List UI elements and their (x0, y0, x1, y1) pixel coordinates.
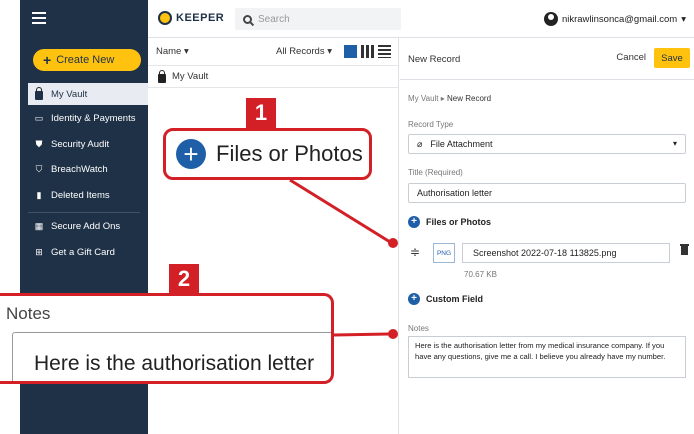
callout-badge-1: 1 (246, 98, 276, 128)
sidebar-item-breachwatch[interactable]: ⛉ BreachWatch (20, 158, 148, 180)
record-type-select[interactable]: ⌀ File Attachment ▾ (408, 134, 686, 154)
callout-notes-label: Notes (6, 304, 51, 323)
card-icon: ▭ (34, 112, 44, 123)
list-item-label: My Vault (172, 71, 209, 82)
sort-label: Name (156, 46, 182, 57)
lock-icon (158, 69, 166, 83)
keeper-window: + Create New My Vault ▭ Identity & Payme… (0, 0, 694, 434)
breadcrumb-current: New Record (447, 94, 492, 103)
breadcrumb: My Vault ▸ New Record (408, 94, 491, 103)
search-input[interactable]: Search (235, 8, 401, 30)
keeper-logo: KEEPER (158, 11, 224, 25)
notes-textarea[interactable]: Here is the authorisation letter from my… (408, 336, 686, 378)
sidebar-item-my-vault[interactable]: My Vault (28, 83, 148, 105)
paperclip-icon: ⌀ (417, 138, 423, 149)
cancel-button[interactable]: Cancel (616, 52, 646, 63)
sort-dropdown[interactable]: Name ▾ (156, 46, 276, 57)
shield-icon: ⛊ (35, 138, 43, 149)
file-type-badge: PNG (433, 243, 455, 263)
keeper-logo-icon (158, 11, 172, 25)
callout-files-text: Files or Photos (216, 141, 363, 166)
user-menu[interactable]: nikrawlinsonca@gmail.com ▾ (543, 12, 686, 26)
title-input[interactable]: Authorisation letter (408, 183, 686, 203)
record-type-value: File Attachment (430, 139, 493, 149)
create-new-label: Create New (56, 54, 115, 66)
file-name-field[interactable]: Screenshot 2022-07-18 113825.png (462, 243, 670, 263)
save-button[interactable]: Save (654, 48, 690, 68)
sidebar-item-label: My Vault (51, 88, 88, 100)
user-email: nikrawlinsonca@gmail.com (561, 13, 678, 25)
grid-icon: ▦ (34, 220, 44, 231)
chevron-down-icon: ▾ (681, 13, 686, 25)
callout-zoom-notes: Notes Here is the authorisation letter (0, 293, 334, 384)
delete-file-icon[interactable] (680, 244, 689, 255)
breadcrumb-root[interactable]: My Vault (408, 94, 439, 103)
record-panel: New Record Cancel Save My Vault ▸ New Re… (400, 38, 694, 434)
sidebar-item-deleted-items[interactable]: ▮ Deleted Items (20, 184, 148, 206)
grid-view-icon[interactable] (361, 45, 374, 58)
search-placeholder: Search (258, 13, 290, 25)
sidebar-item-security-audit[interactable]: ⛊ Security Audit (20, 133, 148, 155)
add-icon: + (408, 293, 420, 305)
sidebar-item-label: Security Audit (51, 138, 110, 150)
plus-icon: + (43, 52, 52, 68)
custom-field-button[interactable]: + Custom Field (408, 293, 483, 305)
chevron-down-icon: ▾ (672, 139, 677, 148)
drag-handle-icon[interactable]: ≑ (410, 245, 420, 259)
folder-view-icon[interactable] (344, 45, 357, 58)
logo-text: KEEPER (176, 12, 225, 24)
list-item[interactable]: My Vault (148, 66, 399, 88)
lock-icon (34, 87, 44, 100)
sidebar-divider (28, 212, 140, 213)
record-title: New Record (408, 54, 461, 65)
add-icon: + (408, 216, 420, 228)
record-header: New Record Cancel Save (400, 38, 694, 80)
sidebar-item-label: BreachWatch (51, 163, 108, 175)
sidebar-item-gift-card[interactable]: ⊞ Get a Gift Card (20, 241, 148, 263)
callout-zoom-files: + Files or Photos (163, 128, 372, 180)
record-type-label: Record Type (408, 120, 454, 129)
top-bar: KEEPER Search nikrawlinsonca@gmail.com ▾ (148, 0, 694, 38)
sidebar-item-secure-add-ons[interactable]: ▦ Secure Add Ons (20, 215, 148, 237)
files-photos-button[interactable]: + Files or Photos (408, 216, 491, 228)
filter-dropdown[interactable]: All Records ▾ (276, 46, 332, 57)
files-photos-label: Files or Photos (426, 217, 492, 227)
search-icon (243, 14, 252, 24)
sidebar-item-label: Identity & Payments (51, 112, 136, 124)
create-new-button[interactable]: + Create New (33, 49, 141, 71)
sidebar-item-label: Deleted Items (51, 189, 110, 201)
callout-badge-2: 2 (169, 264, 199, 294)
filter-label: All Records (276, 46, 325, 57)
sidebar-item-label: Get a Gift Card (51, 246, 115, 258)
menu-icon[interactable] (32, 12, 46, 24)
list-toolbar: Name ▾ All Records ▾ (148, 38, 399, 66)
gift-icon: ⊞ (35, 246, 43, 257)
add-icon: + (176, 139, 206, 169)
shield-alert-icon: ⛉ (35, 163, 43, 174)
sidebar-item-identity-payments[interactable]: ▭ Identity & Payments (20, 107, 148, 129)
custom-field-label: Custom Field (426, 294, 484, 304)
avatar-icon (543, 12, 558, 26)
file-size: 70.67 KB (464, 270, 497, 279)
trash-icon: ▮ (36, 189, 42, 200)
notes-label: Notes (408, 324, 429, 333)
callout-notes-text: Here is the authorisation letter (34, 352, 315, 375)
list-view-icon[interactable] (378, 45, 391, 58)
sidebar-item-label: Secure Add Ons (51, 220, 121, 232)
title-label: Title (Required) (408, 168, 463, 177)
